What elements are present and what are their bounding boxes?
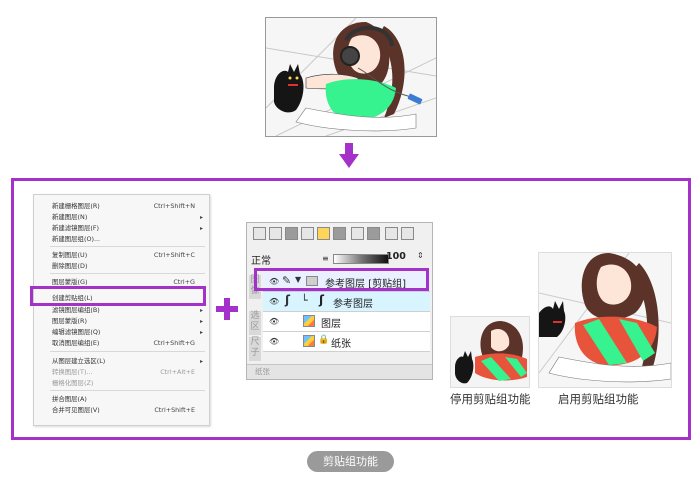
result-enabled-caption: 启用剪贴组功能 (558, 392, 639, 406)
lock-icon: 🔒 (318, 335, 330, 345)
submenu-arrow-icon: ▸ (199, 329, 203, 336)
menu-item[interactable]: 从图层建立选区(L) ▸ (34, 356, 209, 367)
apply-mask-button[interactable] (385, 227, 398, 240)
delete-layer-button[interactable] (367, 227, 380, 240)
menu-item-label: 编辑滤镜图层(Q) (52, 328, 101, 336)
menu-item-label: 删除图层(D) (52, 262, 88, 270)
menu-item-label: 合并可见图层(V) (52, 406, 100, 414)
menu-item-label: 新建图层(N) (52, 213, 88, 221)
illustration-art (266, 18, 436, 136)
menu-separator (50, 273, 205, 274)
menu-item[interactable]: 删除图层(D) (34, 261, 209, 272)
menu-item-shortcut: Ctrl+Shift+C (153, 251, 195, 259)
menu-separator (50, 390, 205, 391)
layer-name: 纸张 (331, 339, 351, 350)
menu-item[interactable]: 图层蒙版(R) ▸ (34, 316, 209, 327)
down-arrow-icon (339, 143, 359, 168)
menu-item-label: 从图层建立选区(L) (52, 357, 106, 365)
menu-item[interactable]: 滤镜图层编组(B) ▸ (34, 305, 209, 316)
result-enabled-image (538, 252, 672, 388)
menu-item[interactable]: 合并可见图层(V) Ctrl+Shift+E (34, 405, 209, 416)
menu-item-shortcut: Ctrl+Shift+N (153, 202, 195, 210)
layer-name: 图层 (321, 319, 341, 330)
new-linework-layer-button[interactable] (269, 227, 282, 240)
menu-item-shortcut: Ctrl+Shift+G (153, 339, 195, 347)
layer-row-reference[interactable]: 👁 ʃ └ ʃ 参考图层 (263, 292, 430, 312)
eye-icon[interactable]: 👁 (269, 297, 279, 306)
submenu-arrow-icon: ▸ (199, 318, 203, 325)
chain-icon: ʃ (319, 293, 324, 307)
layer-context-menu: 新建栅格图层(R) Ctrl+Shift+N 新建图层(N) ▸ 新建滤镜图层(F) ▸ 新… (33, 194, 210, 426)
menu-item[interactable]: 新建图层(N) ▸ (34, 212, 209, 223)
panel-status: 纸张 (247, 364, 432, 379)
duplicate-layer-button[interactable] (301, 227, 314, 240)
menu-item[interactable]: 拼合图层(A) (34, 394, 209, 405)
eye-icon[interactable]: 👁 (269, 337, 279, 346)
transform-button[interactable] (401, 227, 414, 240)
clip-group-layer-highlight (254, 268, 429, 291)
submenu-arrow-icon: ▸ (199, 358, 203, 365)
layer-thumbnail (303, 315, 315, 327)
eye-icon[interactable]: 👁 (269, 317, 279, 326)
menu-separator (50, 246, 205, 247)
plus-icon (216, 298, 238, 320)
feature-label: 剪贴组功能 (307, 451, 394, 472)
folder-icon[interactable] (317, 227, 330, 240)
menu-item[interactable]: 新建栅格图层(R) Ctrl+Shift+N (34, 201, 209, 212)
menu-item-label: 转换图层(T)... (52, 368, 93, 376)
merge-down-button[interactable] (333, 227, 346, 240)
menu-item-label: 图层蒙版(R) (52, 317, 87, 325)
menu-item-label: 取消图层编组(E) (52, 339, 100, 347)
menu-separator (50, 351, 205, 352)
result-disabled-image (450, 316, 530, 388)
tab-ruler[interactable]: 尺子 (249, 337, 261, 361)
submenu-arrow-icon: ▸ (199, 225, 203, 232)
new-layer-button[interactable] (253, 227, 266, 240)
submenu-arrow-icon: ▸ (199, 214, 203, 221)
menu-item-label: 新建图层组(O)... (52, 235, 101, 243)
menu-item-label: 拼合图层(A) (52, 395, 87, 403)
source-illustration (265, 17, 437, 137)
menu-item-shortcut: Ctrl+Alt+E (160, 368, 195, 376)
menu-item[interactable]: 新建图层组(O)... (34, 234, 209, 245)
menu-item-label: 栅格化图层(Z) (52, 379, 94, 387)
indent-marker: └ (301, 294, 308, 307)
opacity-lock-icon: ≡ (322, 254, 329, 263)
menu-item[interactable]: 复制图层(U) Ctrl+Shift+C (34, 250, 209, 261)
clear-layer-button[interactable] (351, 227, 364, 240)
menu-item: 转换图层(T)... Ctrl+Alt+E (34, 367, 209, 378)
layer-thumbnail (303, 335, 315, 347)
tab-selection[interactable]: 选区 (249, 311, 261, 335)
layer-name: 参考图层 (333, 299, 373, 310)
menu-item-label: 滤镜图层编组(B) (52, 306, 100, 314)
create-clipping-group-highlight (30, 286, 206, 306)
menu-item[interactable]: 新建滤镜图层(F) ▸ (34, 223, 209, 234)
menu-item[interactable]: 编辑滤镜图层(Q) ▸ (34, 327, 209, 338)
menu-item-shortcut: Ctrl+Shift+E (154, 406, 195, 414)
menu-item-label: 复制图层(U) (52, 251, 88, 259)
chain-icon: ʃ (285, 293, 290, 307)
blend-mode-select[interactable]: 正常 (251, 252, 271, 267)
layer-row-layer[interactable]: 👁 图层 (263, 312, 430, 332)
menu-item-label: 新建滤镜图层(F) (52, 224, 100, 232)
layer-panel: 正常 ≡ 100 ⇕ 图像 选区 尺子 👁 ✎ ▼ 参考图层 [剪贴组] 👁 ʃ… (246, 222, 433, 380)
result-disabled-caption: 停用剪贴组功能 (450, 392, 531, 406)
opacity-value: 100 (386, 251, 406, 262)
layer-row-paper[interactable]: 👁 🔒 纸张 (263, 332, 430, 352)
menu-item: 栅格化图层(Z) (34, 378, 209, 389)
new-mask-button[interactable] (285, 227, 298, 240)
submenu-arrow-icon: ▸ (199, 307, 203, 314)
opacity-slider[interactable] (333, 254, 389, 264)
opacity-spinner[interactable]: ⇕ (417, 251, 424, 260)
menu-item-label: 新建栅格图层(R) (52, 202, 100, 210)
menu-item[interactable]: 取消图层编组(E) Ctrl+Shift+G (34, 338, 209, 349)
